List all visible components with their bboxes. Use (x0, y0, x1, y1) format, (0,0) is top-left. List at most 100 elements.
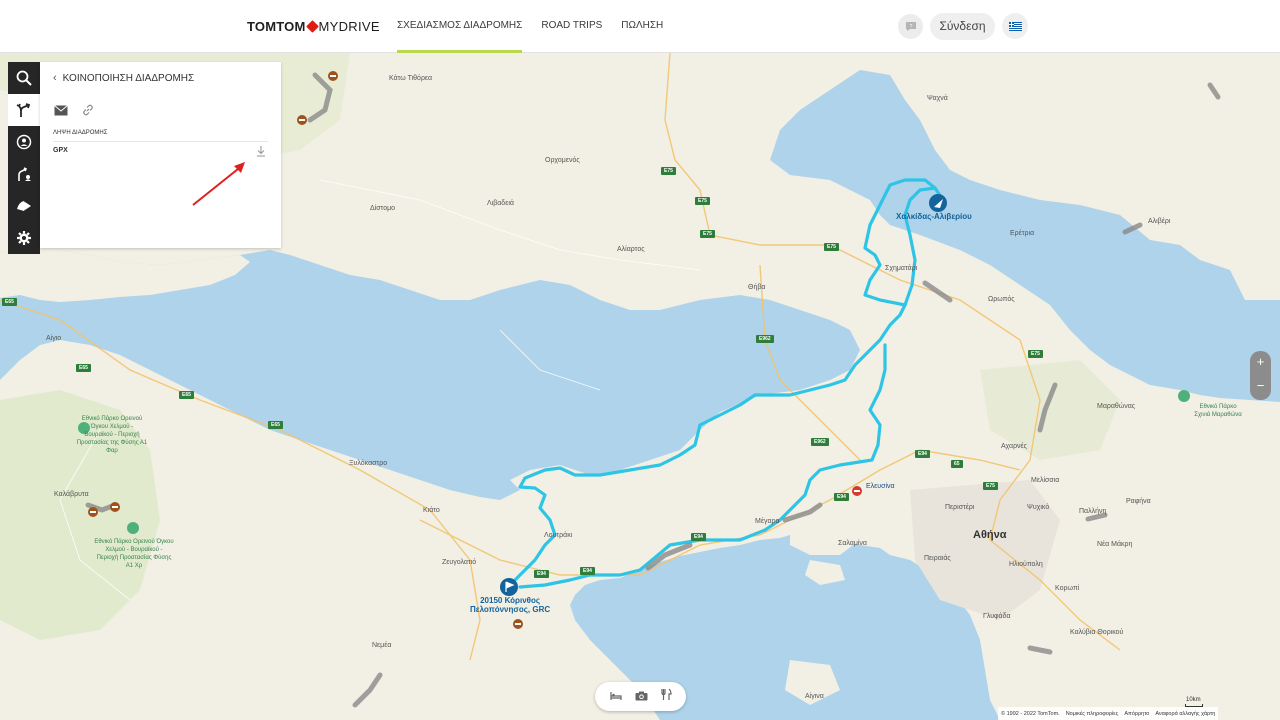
settings-button[interactable] (8, 222, 40, 254)
label-destination[interactable]: Χαλκίδας-Αλιβερίου (896, 212, 972, 221)
label-rafina: Ραφήνα (1126, 498, 1151, 505)
label-distomo: Δίστομο (370, 205, 396, 212)
search-button[interactable] (8, 62, 40, 94)
places-button[interactable] (8, 126, 40, 158)
settings-icon (17, 231, 31, 245)
nav-sale[interactable]: ΠΩΛΗΣΗ (621, 0, 663, 53)
label-start[interactable]: 20150 Κόρινθος Πελοπόννησος, GRC (470, 596, 550, 614)
destination-marker (929, 194, 947, 212)
label-koropi: Κορωπί (1055, 585, 1080, 592)
label-salamina: Σαλαμίνα (838, 540, 867, 547)
label-zevgolatio: Ζευγολατιό (442, 559, 477, 566)
camera-button[interactable] (635, 688, 648, 706)
label-piraeus: Πειραιάς (924, 555, 951, 562)
panel-header: ‹ ΚΟΙΝΟΠΟΙΗΣΗ ΔΙΑΔΡΟΜΗΣ (53, 72, 194, 84)
svg-text:?: ? (909, 24, 912, 30)
label-start-line2: Πελοπόννησος, GRC (470, 605, 551, 614)
feedback-button[interactable]: ? (898, 14, 923, 39)
label-aigio: Αίγιο (46, 335, 62, 342)
privacy-link[interactable]: Απόρρητο (1124, 711, 1149, 717)
label-kalyvia: Καλύβια Θορικού (1070, 629, 1124, 636)
search-icon (16, 70, 32, 86)
traffic-icon (17, 201, 31, 211)
label-athens: Αθήνα (973, 529, 1007, 541)
road-shield: E65 (76, 364, 91, 372)
label-orchomenos: Ορχομενός (545, 157, 580, 164)
route-icon (16, 103, 31, 117)
label-peristeri: Περιστέρι (945, 504, 975, 511)
share-link-button[interactable] (82, 103, 94, 121)
label-eretria: Ερέτρια (1010, 230, 1035, 237)
camera-icon (635, 691, 647, 700)
zoom-out-button[interactable]: − (1250, 375, 1271, 399)
gpx-option[interactable]: GPX (53, 147, 68, 154)
label-elefsina: Ελευσίνα (866, 483, 895, 490)
label-start-line1: 20150 Κόρινθος (480, 596, 541, 605)
road-shield: E75 (661, 167, 676, 175)
label-park-schinias: Εθνικό Πάρκο Σχινιά Μαραθώνα (1194, 404, 1242, 418)
download-gpx-button[interactable] (256, 144, 266, 162)
label-ilioupoli: Ηλιούπολη (1009, 561, 1043, 568)
panel-title: ΚΟΙΝΟΠΟΙΗΣΗ ΔΙΑΔΡΟΜΗΣ (62, 72, 195, 84)
label-marathonas: Μαραθώνας (1097, 403, 1136, 410)
road-shield: E962 (811, 438, 829, 446)
annotation-arrow-icon (192, 162, 245, 206)
tomtom-heart-icon (305, 19, 319, 33)
label-schimatari: Σχηματάρι (885, 265, 918, 272)
greek-flag-icon (1008, 21, 1022, 31)
label-nea-makri: Νέα Μάκρη (1097, 541, 1133, 548)
label-kato-tithorea: Κάτω Τιθόρεα (389, 75, 433, 82)
label-glyfada: Γλυφάδα (983, 613, 1011, 620)
nav-road-trips[interactable]: ROAD TRIPS (541, 0, 602, 53)
label-xylokastro: Ξυλόκαστρο (349, 460, 388, 467)
label-loutraki: Λουτράκι (544, 532, 573, 539)
share-email-button[interactable] (54, 103, 68, 121)
start-marker (500, 578, 518, 596)
left-toolbar (8, 62, 40, 254)
download-icon (257, 146, 265, 157)
language-button[interactable] (1002, 13, 1028, 39)
route-button[interactable] (8, 94, 40, 126)
top-bar: TOMTOM MYDRIVE ΣΧΕΔΙΑΣΜΟΣ ΔΙΑΔΡΟΜΗΣ ROAD… (0, 0, 1280, 53)
label-megara: Μέγαρα (755, 518, 780, 525)
road-shield: E75 (824, 243, 839, 251)
label-psychiko: Ψυχικό (1027, 504, 1050, 511)
logo-product: MYDRIVE (318, 18, 380, 34)
mail-icon (54, 105, 68, 116)
restaurant-icon (660, 688, 672, 700)
label-aigina: Αίγινα (805, 693, 824, 700)
road-shield: 65 (951, 460, 963, 468)
tomtom-logo[interactable]: TOMTOM MYDRIVE (247, 18, 380, 34)
login-button[interactable]: Σύνδεση (930, 13, 995, 40)
road-shield: E94 (834, 493, 849, 501)
legal-link[interactable]: Νομικές πληροφορίες (1066, 711, 1119, 717)
zoom-control: + − (1250, 351, 1271, 400)
road-shield: E75 (1028, 350, 1043, 358)
zoom-in-button[interactable]: + (1250, 351, 1271, 375)
label-park-chelmos-2: Εθνικό Πάρκο Ορεινού Όγκου Χελμού - Βουρ… (94, 539, 174, 569)
my-routes-button[interactable] (8, 158, 40, 190)
hotel-button[interactable] (609, 688, 622, 706)
label-pallini: Παλλήνη (1079, 508, 1107, 515)
label-melissia: Μελίσσια (1031, 477, 1060, 484)
map-footer: © 1992 - 2022 TomTom. Νομικές πληροφορίε… (998, 707, 1219, 720)
road-shield: E75 (695, 197, 710, 205)
link-icon (83, 104, 93, 116)
road-shield: E75 (700, 230, 715, 238)
label-kalavryta: Καλάβρυτα (54, 491, 89, 498)
label-psachna: Ψαχνά (927, 95, 948, 102)
back-chevron-icon[interactable]: ‹ (53, 72, 57, 84)
label-acharnes: Αχαρνές (1001, 443, 1028, 450)
label-thiva: Θήβα (748, 284, 766, 291)
main-nav: ΣΧΕΔΙΑΣΜΟΣ ΔΙΑΔΡΟΜΗΣ ROAD TRIPS ΠΩΛΗΣΗ (397, 0, 682, 53)
nav-route-planning[interactable]: ΣΧΕΔΙΑΣΜΟΣ ΔΙΑΔΡΟΜΗΣ (397, 0, 523, 53)
traffic-button[interactable] (8, 190, 40, 222)
report-map-change-link[interactable]: Αναφορά αλλαγής χάρτη (1155, 711, 1215, 717)
label-oropos: Ωρωπός (988, 296, 1015, 303)
road-shield: E65 (268, 421, 283, 429)
label-nemea: Νεμέα (372, 642, 392, 649)
restaurant-button[interactable] (660, 688, 672, 706)
copyright-text: © 1992 - 2022 TomTom. (1001, 710, 1060, 717)
label-aliveri: Αλιβέρι (1148, 218, 1171, 225)
label-aliartos: Αλίαρτος (617, 246, 645, 253)
